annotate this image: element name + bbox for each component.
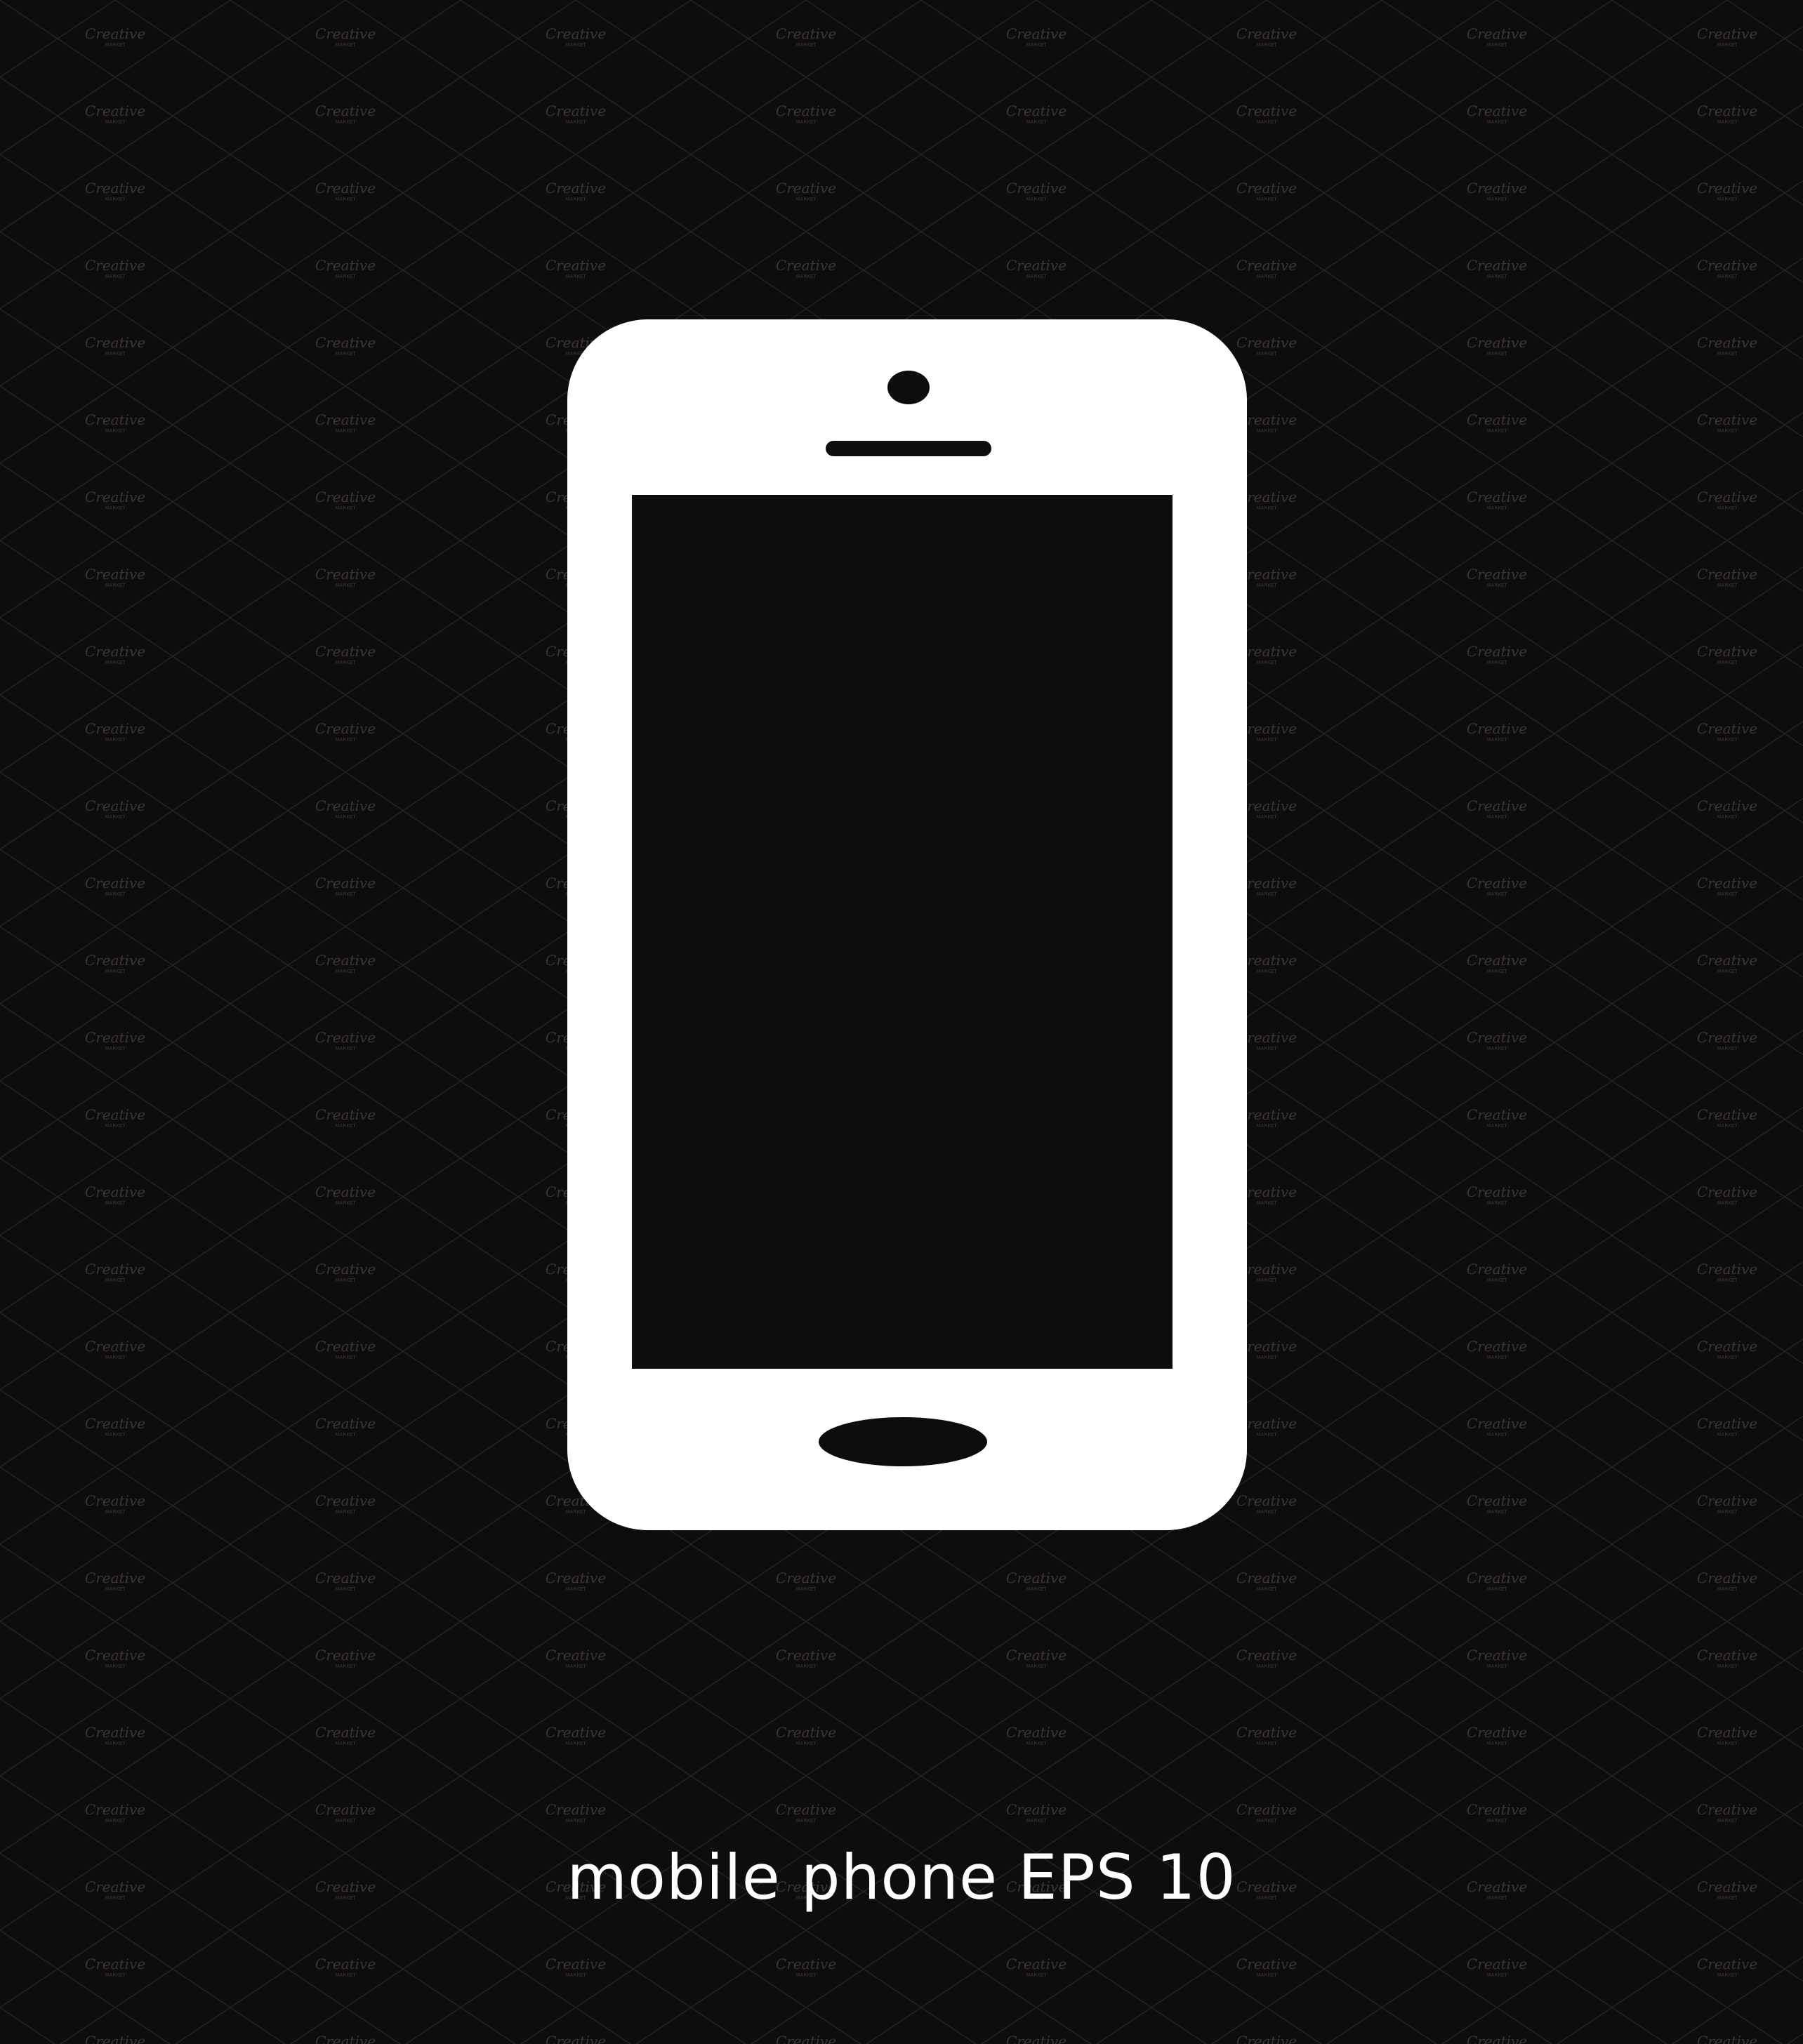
phone-screen xyxy=(632,495,1173,1369)
camera-icon xyxy=(887,371,930,404)
artwork-canvas: Creative MARKET mobile phone EPS 10 xyxy=(0,0,1803,2044)
mobile-phone-icon xyxy=(567,319,1247,1530)
caption-text: mobile phone EPS 10 xyxy=(567,1841,1236,1913)
home-button xyxy=(819,1417,987,1466)
speaker-grille xyxy=(826,441,991,456)
